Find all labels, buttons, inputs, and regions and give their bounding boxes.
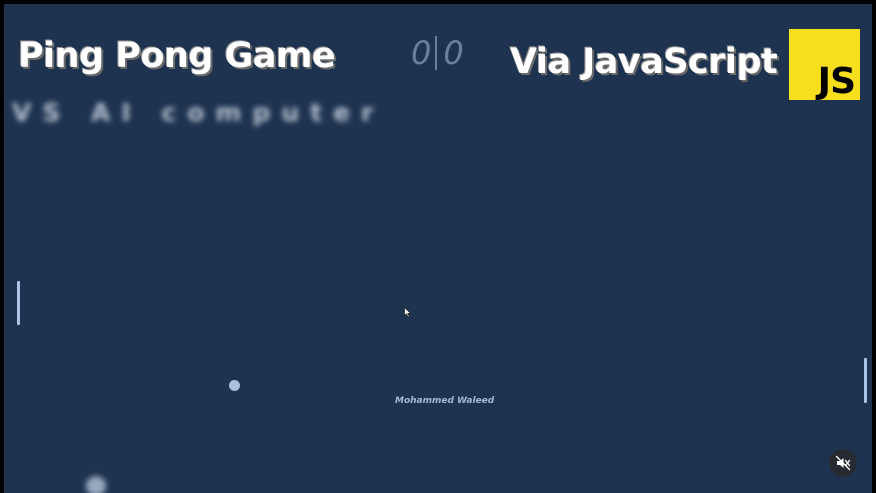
ball (229, 380, 240, 391)
speaker-muted-icon (835, 455, 851, 471)
mute-button[interactable] (829, 449, 857, 477)
javascript-logo-text: JS (817, 61, 856, 102)
score-divider (435, 36, 438, 70)
computer-score: 0 (443, 34, 464, 72)
game-subtitle: VS AI computer (12, 98, 385, 127)
author-watermark: Mohammed Waleed (395, 396, 495, 406)
computer-paddle (864, 358, 867, 403)
player-score: 0 (411, 34, 432, 72)
mouse-pointer-icon (404, 305, 412, 323)
javascript-logo: JS (789, 29, 860, 102)
game-title: Ping Pong Game (18, 36, 336, 76)
tech-title: Via JavaScript (510, 42, 778, 82)
scoreboard: 0 0 (411, 34, 464, 72)
player-paddle[interactable] (17, 281, 20, 325)
ghost-ball (86, 476, 106, 493)
video-frame: Ping Pong Game VS AI computer 0 0 Via Ja… (0, 0, 876, 493)
game-court[interactable]: Ping Pong Game VS AI computer 0 0 Via Ja… (4, 4, 872, 493)
